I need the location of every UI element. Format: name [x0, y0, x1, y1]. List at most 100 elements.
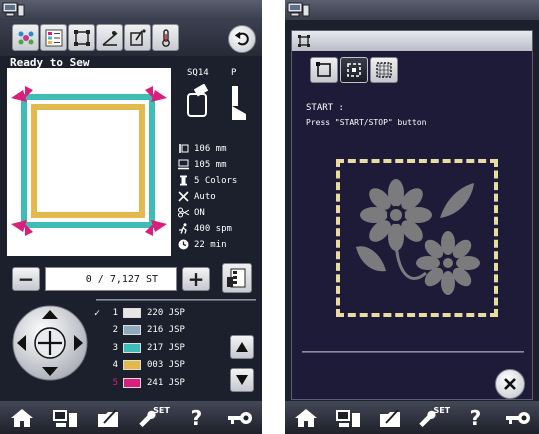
return-arrow-icon — [234, 31, 249, 46]
start-label: START : — [306, 103, 344, 113]
sewing-screen: Ready to Sew SQ14 P 106 mm 105 mm 5 Colo… — [0, 0, 262, 434]
frame-trace-icon — [73, 29, 90, 46]
embroidery-area-outline — [336, 159, 498, 317]
thermometer-icon — [161, 28, 170, 47]
embroidery-pattern-button[interactable] — [12, 24, 39, 51]
embroidery-preview — [7, 68, 171, 256]
flower-pattern-icon — [18, 31, 33, 44]
tension-button[interactable] — [152, 24, 179, 51]
flower-design-preview — [356, 179, 480, 295]
folder-pen-icon — [379, 408, 400, 427]
trace-fill-button[interactable] — [370, 57, 398, 83]
width-icon — [178, 159, 189, 170]
thread-swatch — [123, 343, 141, 353]
thread-row-5[interactable]: 5 241 JSP — [94, 376, 185, 390]
separator — [302, 351, 524, 353]
info-height: 106 mm — [178, 143, 227, 154]
help-button[interactable]: ? — [458, 404, 492, 432]
computer-icon — [53, 409, 78, 427]
clock-icon — [178, 239, 189, 250]
lock-button[interactable] — [501, 404, 535, 432]
close-icon — [504, 378, 516, 390]
dialog-title-bar — [292, 31, 532, 51]
home-button[interactable] — [289, 404, 323, 432]
info-auto: Auto — [178, 191, 216, 202]
trial-frame-button[interactable] — [68, 24, 95, 51]
thread-swatch — [123, 308, 141, 318]
thread-row-1[interactable]: ✓ 1 220 JSP — [94, 306, 185, 320]
thread-swatch — [123, 378, 141, 388]
computer-icon — [2, 2, 25, 17]
home-icon — [10, 408, 33, 427]
close-button[interactable] — [495, 369, 525, 399]
edit-toolbar — [0, 20, 262, 56]
back-button[interactable] — [228, 25, 256, 53]
thread-row-3[interactable]: 3 217 JSP — [94, 341, 185, 355]
square-outline-icon — [316, 62, 331, 77]
trial-frame-screen: START : Press "START/STOP" button SET ? — [285, 0, 539, 434]
height-icon — [179, 144, 189, 153]
info-speed: 400 spm — [178, 223, 232, 234]
scroll-up-button[interactable] — [230, 335, 254, 359]
thread-row-2[interactable]: 2 216 JSP — [94, 323, 185, 337]
help-button[interactable]: ? — [179, 404, 213, 432]
status-strip — [285, 0, 539, 20]
color-list-icon — [45, 29, 62, 46]
thread-row-4[interactable]: 4 003 JSP — [94, 358, 185, 372]
basting-button[interactable] — [124, 24, 151, 51]
trial-dialog: START : Press "START/STOP" button — [291, 30, 533, 400]
thread-chart-icon — [227, 268, 246, 288]
runner-icon — [179, 223, 187, 234]
auto-lock-icon — [178, 191, 189, 202]
embroidery-frame-icon — [187, 84, 209, 117]
computer-icon — [336, 409, 361, 427]
thread-chart-button[interactable] — [222, 263, 252, 293]
computer-button[interactable] — [331, 404, 365, 432]
folder-pen-icon — [98, 408, 119, 427]
stitch-back-button[interactable]: − — [12, 267, 40, 291]
info-colors: 5 Colors — [178, 175, 237, 186]
trace-outline-button[interactable] — [340, 57, 368, 83]
computer-button[interactable] — [48, 404, 82, 432]
starting-point-button[interactable] — [96, 24, 123, 51]
lock-button[interactable] — [223, 404, 257, 432]
thread-swatch — [123, 360, 141, 370]
presser-foot-icon — [232, 86, 246, 120]
trace-corner-button[interactable] — [310, 57, 338, 83]
info-time: 22 min — [178, 239, 227, 250]
help-icon: ? — [190, 405, 203, 430]
thread-swatch — [123, 325, 141, 335]
status-strip — [0, 0, 262, 20]
stitch-forward-button[interactable]: + — [182, 267, 210, 291]
memory-button[interactable] — [374, 404, 408, 432]
stitch-count-field: 0 / 7,127 ST — [45, 267, 177, 291]
home-icon — [295, 408, 318, 427]
triangle-up-icon — [236, 342, 248, 352]
foot-code: P — [231, 68, 237, 78]
current-check-icon: ✓ — [94, 307, 101, 319]
frame-code: SQ14 — [187, 68, 209, 78]
key-icon — [228, 411, 253, 424]
help-icon: ? — [469, 405, 482, 430]
triangle-down-icon — [236, 375, 248, 385]
info-cutter: ON — [178, 207, 205, 218]
scroll-down-button[interactable] — [230, 368, 254, 392]
instruction-text: Press "START/STOP" button — [306, 118, 427, 127]
separator — [96, 299, 256, 301]
bottom-nav: SET ? — [285, 401, 539, 434]
color-sort-button[interactable] — [40, 24, 67, 51]
home-button[interactable] — [5, 404, 39, 432]
memory-button[interactable] — [92, 404, 126, 432]
key-icon — [505, 411, 530, 424]
grid-square-icon — [376, 62, 392, 78]
frame-trace-icon — [298, 35, 310, 47]
direction-pad[interactable] — [12, 305, 88, 381]
bottom-nav: SET ? — [0, 401, 262, 434]
settings-button[interactable]: SET — [136, 404, 170, 432]
scissors-icon — [178, 207, 189, 218]
spool-icon — [180, 175, 187, 186]
start-point-icon — [101, 30, 118, 46]
dashed-square-icon — [347, 63, 361, 77]
settings-button[interactable]: SET — [416, 404, 450, 432]
computer-icon — [287, 2, 310, 17]
